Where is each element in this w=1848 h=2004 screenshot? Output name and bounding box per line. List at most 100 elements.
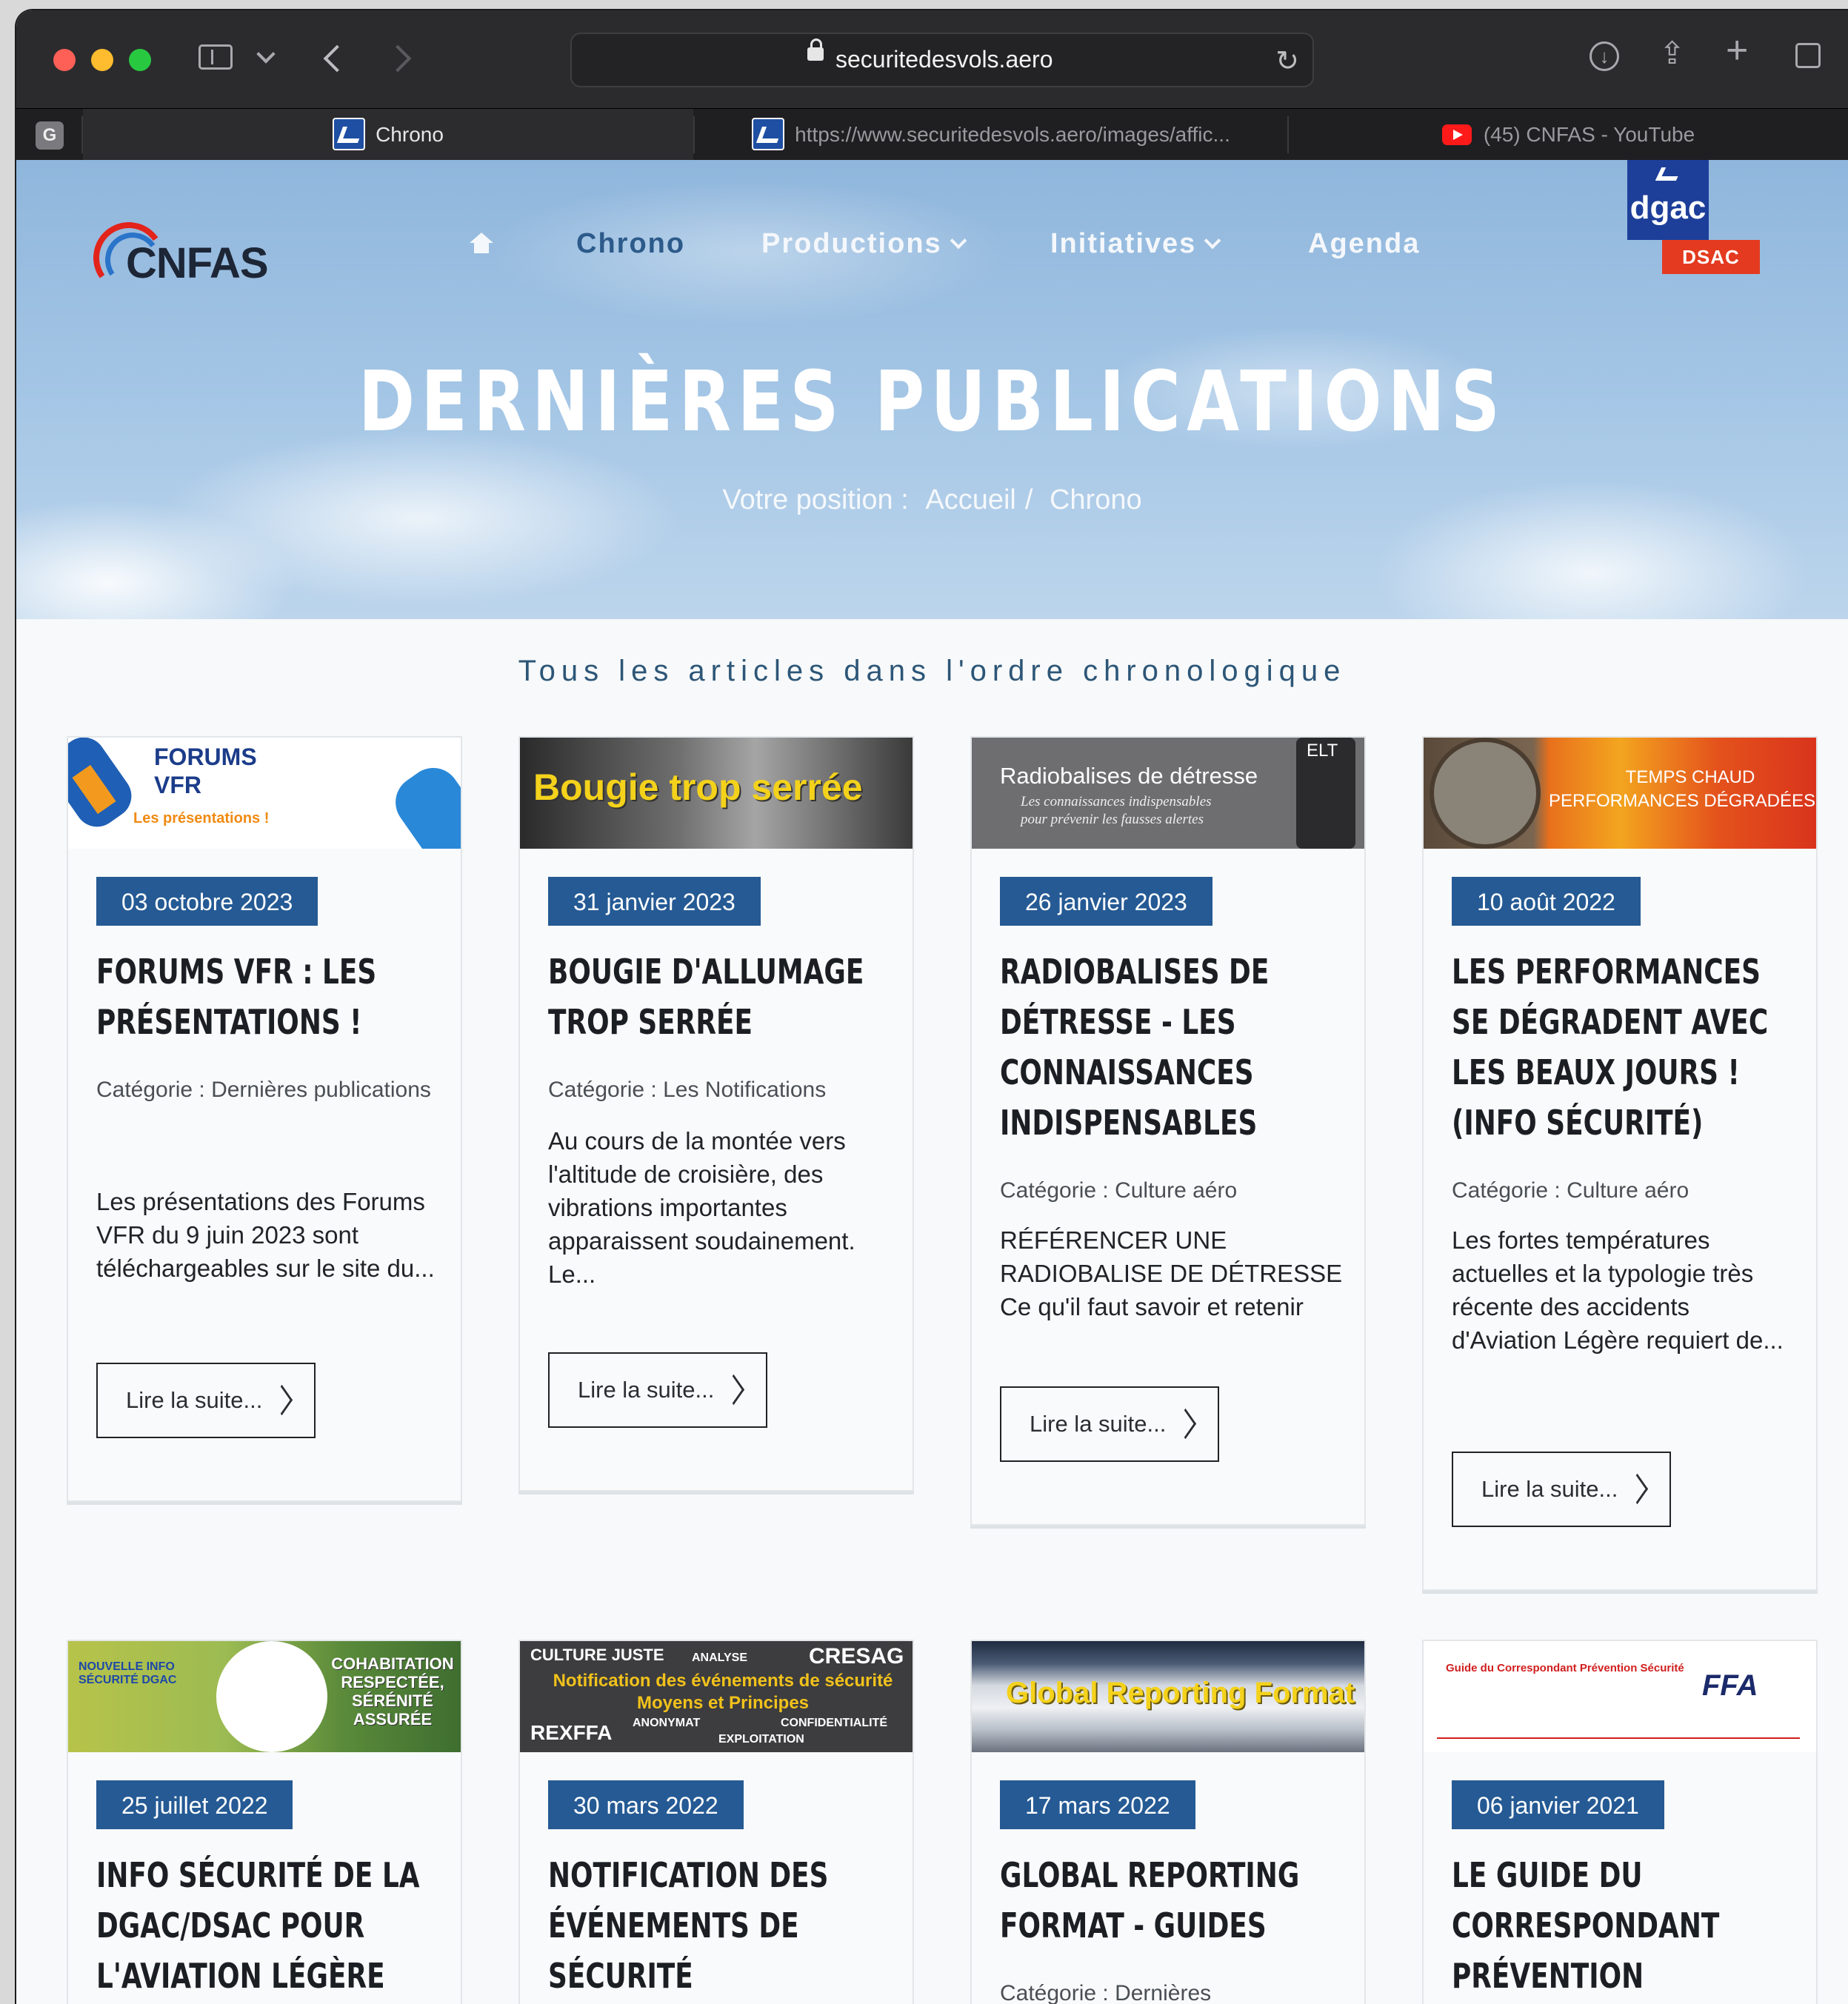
article-date: 06 janvier 2021 (1452, 1780, 1664, 1829)
thumb-text: Guide du Correspondant Prévention Sécuri… (1446, 1662, 1684, 1674)
article-thumbnail[interactable]: Bougie trop serrée (520, 738, 913, 849)
back-icon[interactable] (323, 44, 351, 73)
read-more-button[interactable]: Lire la suite... (96, 1363, 316, 1438)
read-more-button[interactable]: Lire la suite... (548, 1352, 767, 1428)
article-excerpt: RÉFÉRENCER UNE RADIOBALISE DE DÉTRESSE C… (1000, 1226, 1343, 1320)
thumb-text: CRESAG (809, 1644, 904, 1669)
forward-icon[interactable] (384, 44, 412, 73)
thumb-text: FORUMS (154, 744, 257, 770)
article-thumbnail[interactable]: CULTURE JUSTE ANALYSE CRESAG Notificatio… (520, 1641, 913, 1752)
tab-chrono[interactable]: Chrono (83, 109, 693, 161)
paper-plane-icon (1175, 1408, 1197, 1440)
read-more-button[interactable]: Lire la suite... (1452, 1452, 1671, 1527)
article-title[interactable]: RADIOBALISES DE DÉTRESSE - LES CONNAISSA… (1000, 946, 1341, 1148)
paper-plane-icon (1627, 1473, 1649, 1505)
thumb-text: FFA (1702, 1669, 1758, 1702)
address-text: securitedesvols.aero (835, 46, 1053, 73)
tab-overview-icon[interactable] (1795, 43, 1821, 68)
nav-productions-label: Productions (761, 228, 942, 259)
home-icon[interactable] (470, 233, 493, 255)
article-thumbnail[interactable]: Global Reporting Format (972, 1641, 1364, 1752)
download-icon[interactable]: ↓ (1590, 41, 1619, 71)
article-title[interactable]: BOUGIE D'ALLUMAGE TROP SERRÉE (548, 946, 889, 1047)
address-bar[interactable]: securitedesvols.aero ↻ (570, 33, 1314, 87)
article-date: 31 janvier 2023 (548, 877, 761, 926)
dsac-badge: DSAC (1662, 240, 1760, 274)
thumb-text: NOUVELLE INFO SÉCURITÉ DGAC (79, 1660, 177, 1686)
nav-productions[interactable]: Productions (761, 228, 967, 260)
nav-initiatives-label: Initiatives (1050, 228, 1197, 259)
article-title[interactable]: FORUMS VFR : LES PRÉSENTATIONS ! (96, 946, 437, 1047)
zoom-window-button[interactable] (129, 49, 151, 71)
article-card: FORUMS VFR Les présentations ! 03 octobr… (67, 736, 462, 1502)
article-date: 17 mars 2022 (1000, 1780, 1195, 1829)
nav-chrono[interactable]: Chrono (576, 228, 685, 260)
logo-text: CNFAS (126, 239, 269, 287)
tab-bar: G Chrono https://www.securitedesvols.aer… (16, 108, 1848, 161)
share-icon[interactable]: ⇪ (1659, 38, 1685, 69)
thumb-text: ANALYSE (692, 1651, 747, 1664)
article-thumbnail[interactable]: FORUMS VFR Les présentations ! (68, 738, 461, 849)
site-favicon-icon (752, 117, 785, 150)
close-window-button[interactable] (53, 49, 76, 71)
article-title[interactable]: GLOBAL REPORTING FORMAT - GUIDES (1000, 1850, 1341, 1951)
article-thumbnail[interactable]: TEMPS CHAUD PERFORMANCES DÉGRADÉES (1424, 738, 1816, 849)
site-favicon-icon (333, 117, 366, 150)
article-thumbnail[interactable]: Radiobalises de détresse Les connaissanc… (972, 738, 1364, 849)
nav-initiatives[interactable]: Initiatives (1050, 228, 1221, 260)
sidebar-toggle-icon[interactable] (199, 44, 233, 70)
thumb-text: Notification des événements de sécurité (553, 1671, 893, 1691)
article-date: 10 août 2022 (1452, 877, 1641, 926)
thumb-text: ELT (1307, 741, 1338, 761)
article-thumbnail[interactable]: Guide du Correspondant Prévention Sécuri… (1424, 1641, 1816, 1752)
article-card: NOUVELLE INFO SÉCURITÉ DGAC COHABITATION… (67, 1640, 462, 2004)
article-title[interactable]: LES PERFORMANCES SE DÉGRADENT AVEC LES B… (1452, 946, 1792, 1148)
reload-icon[interactable]: ↻ (1275, 44, 1299, 78)
thumb-text: CULTURE JUSTE (530, 1646, 664, 1664)
thumb-text: ANONYMAT (633, 1717, 701, 1729)
dgac-text: dgac (1629, 190, 1707, 226)
thumb-text: pour prévenir les fausses alertes (1021, 812, 1204, 827)
article-thumbnail[interactable]: NOUVELLE INFO SÉCURITÉ DGAC COHABITATION… (68, 1641, 461, 1752)
tab-label: (45) CNFAS - YouTube (1483, 123, 1695, 146)
article-card: Bougie trop serrée 31 janvier 2023 BOUGI… (518, 736, 914, 1492)
thumb-text: CONFIDENTIALITÉ (781, 1717, 887, 1729)
article-date: 26 janvier 2023 (1000, 877, 1212, 926)
breadcrumb-current: Chrono (1049, 484, 1142, 515)
article-title[interactable]: LE GUIDE DU CORRESPONDANT PRÉVENTION SÉC… (1452, 1850, 1792, 2004)
article-excerpt: Les fortes températures actuelles et la … (1452, 1226, 1784, 1354)
article-date: 03 octobre 2023 (96, 877, 318, 926)
tab-group-badge[interactable]: G (36, 121, 64, 150)
article-date: 30 mars 2022 (548, 1780, 744, 1829)
new-tab-icon[interactable]: + (1726, 31, 1748, 70)
article-title[interactable]: NOTIFICATION DES ÉVÉNEMENTS DE SÉCURITÉ (548, 1850, 889, 2001)
thumb-text: COHABITATION RESPECTÉE, SÉRÉNITÉ ASSURÉE (331, 1654, 454, 1729)
cnfas-logo[interactable]: CNFAS (87, 216, 313, 299)
article-title[interactable]: INFO SÉCURITÉ DE LA DGAC/DSAC POUR L'AVI… (96, 1850, 437, 2001)
paper-plane-icon (271, 1384, 293, 1416)
thumb-text: Radiobalises de détresse (1000, 763, 1258, 789)
tab-youtube[interactable]: (45) CNFAS - YouTube (1289, 109, 1848, 161)
read-more-button[interactable]: Lire la suite... (1000, 1386, 1219, 1462)
breadcrumb: Votre position : Accueil / Chrono (16, 484, 1848, 516)
dgac-logo[interactable]: dgac (1627, 160, 1709, 240)
thumb-text: REXFFA (530, 1721, 613, 1744)
section-subheading: Tous les articles dans l'ordre chronolog… (518, 655, 1347, 687)
article-category: Catégorie : Culture aéro (1452, 1178, 1689, 1203)
nav-agenda[interactable]: Agenda (1308, 228, 1420, 260)
breadcrumb-prefix: Votre position : (722, 484, 909, 515)
article-date: 25 juillet 2022 (96, 1780, 293, 1829)
youtube-icon (1441, 124, 1472, 145)
tab-image[interactable]: https://www.securitedesvols.aero/images/… (695, 109, 1287, 161)
article-excerpt: Au cours de la montée vers l'altitude de… (548, 1127, 855, 1288)
minimize-window-button[interactable] (91, 49, 113, 71)
breadcrumb-home-link[interactable]: Accueil (925, 484, 1016, 515)
chevron-down-icon[interactable] (256, 44, 276, 64)
thumb-text: Moyens et Principes (636, 1693, 810, 1713)
chevron-down-icon (1204, 232, 1221, 250)
chevron-down-icon (950, 232, 967, 250)
read-more-label: Lire la suite... (1481, 1476, 1618, 1502)
thumb-text: Bougie trop serrée (533, 766, 863, 808)
article-excerpt: Les présentations des Forums VFR du 9 ju… (96, 1188, 435, 1282)
article-card: TEMPS CHAUD PERFORMANCES DÉGRADÉES 10 ao… (1422, 736, 1818, 1591)
